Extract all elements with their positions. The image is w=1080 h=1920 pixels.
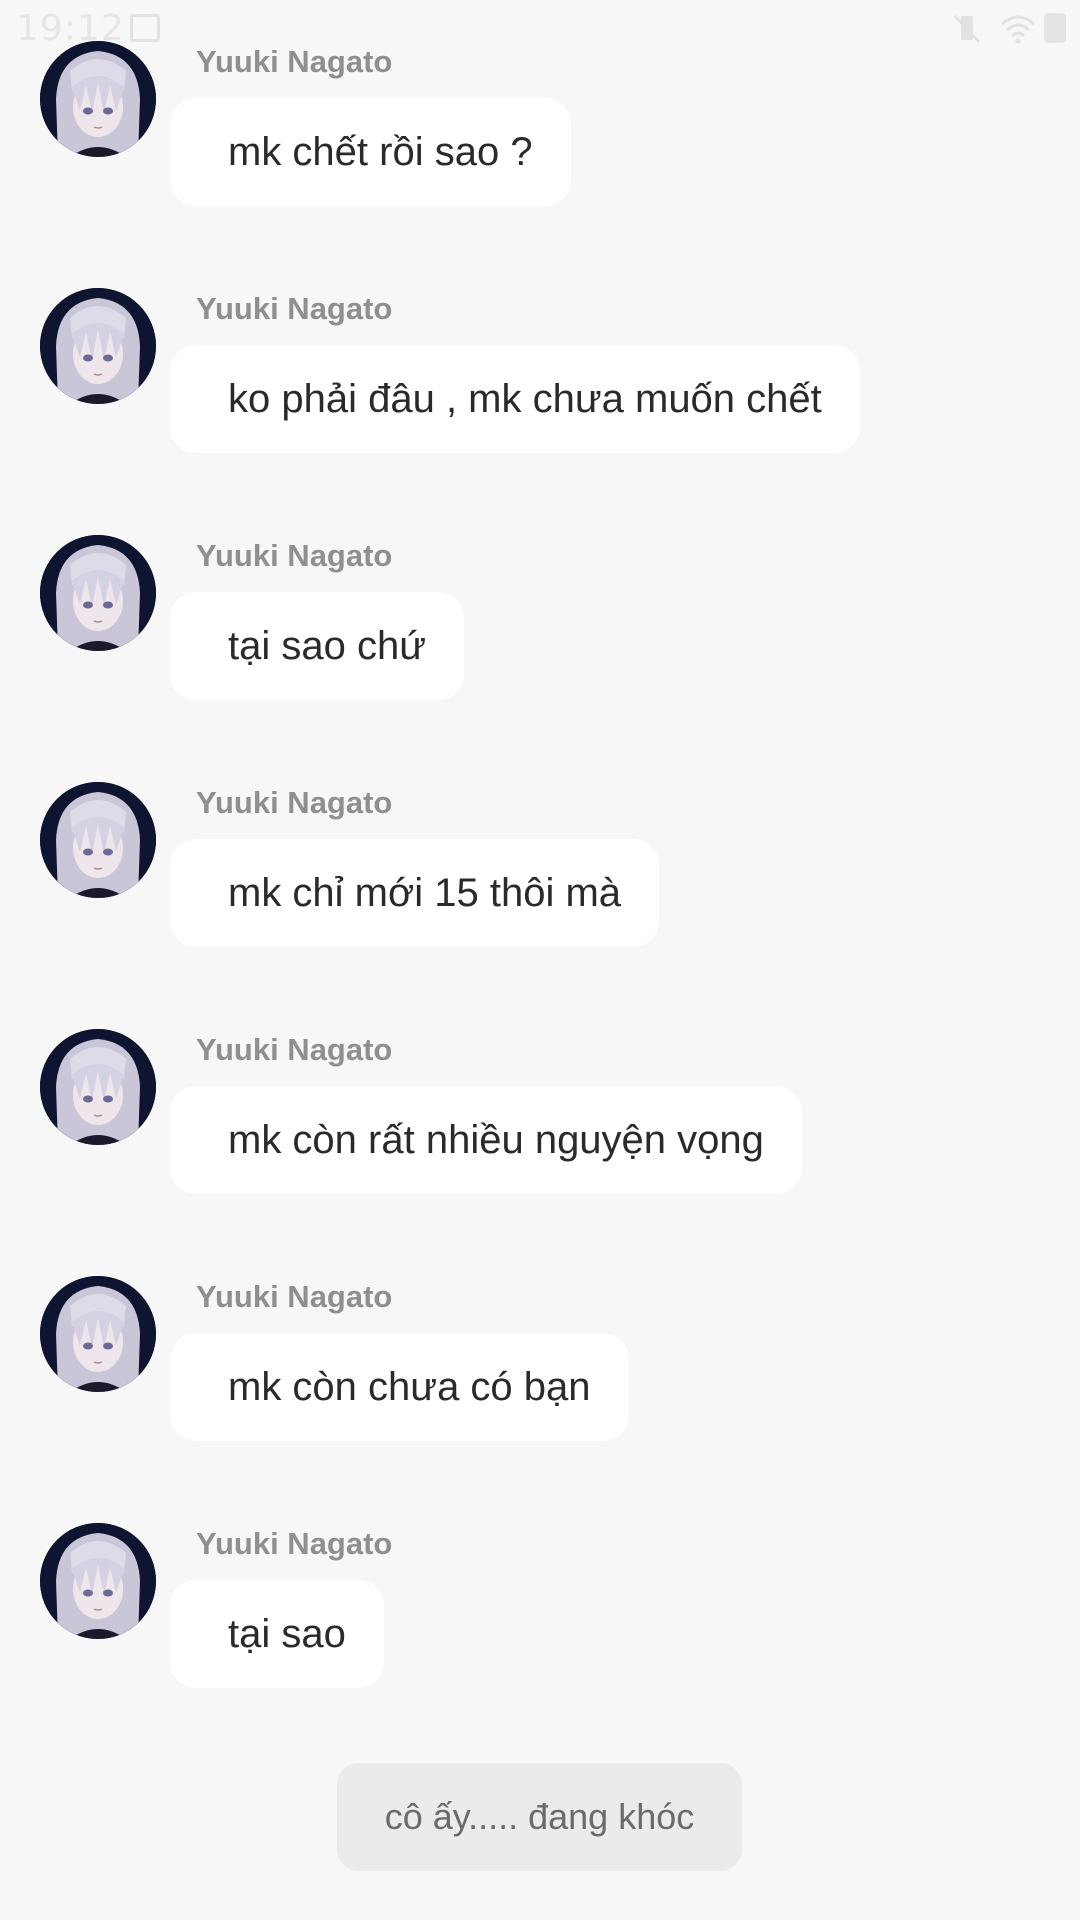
message-bubble[interactable]: mk chỉ mới 15 thôi mà xyxy=(170,839,660,947)
avatar[interactable] xyxy=(40,782,156,898)
message-bubble[interactable]: tại sao xyxy=(170,1580,384,1688)
sender-name: Yuuki Nagato xyxy=(196,1526,393,1561)
avatar[interactable] xyxy=(40,1029,156,1145)
avatar[interactable] xyxy=(40,535,156,651)
message-bubble[interactable]: tại sao chứ xyxy=(170,592,464,700)
system-note: cô ấy..... đang khóc xyxy=(337,1763,742,1871)
chat-message: Yuuki Nagato mk chỉ mới 15 thôi mà xyxy=(0,747,1080,947)
chat-message: Yuuki Nagato mk còn chưa có bạn xyxy=(0,1241,1080,1441)
avatar[interactable] xyxy=(40,288,156,404)
sender-name: Yuuki Nagato xyxy=(196,1032,393,1067)
message-bubble[interactable]: mk chết rồi sao ? xyxy=(170,98,571,206)
sender-name: Yuuki Nagato xyxy=(196,785,393,820)
avatar[interactable] xyxy=(40,41,156,157)
chat-message: Yuuki Nagato mk chết rồi sao ? xyxy=(0,6,1080,206)
avatar[interactable] xyxy=(40,1276,156,1392)
chat-message: Yuuki Nagato tại sao xyxy=(0,1488,1080,1688)
chat-message: Yuuki Nagato ko phải đâu , mk chưa muốn … xyxy=(0,253,1080,453)
sender-name: Yuuki Nagato xyxy=(196,44,393,79)
message-bubble[interactable]: mk còn rất nhiều nguyện vọng xyxy=(170,1086,802,1194)
sender-name: Yuuki Nagato xyxy=(196,538,393,573)
message-bubble[interactable]: mk còn chưa có bạn xyxy=(170,1333,629,1441)
sender-name: Yuuki Nagato xyxy=(196,291,393,326)
message-bubble[interactable]: ko phải đâu , mk chưa muốn chết xyxy=(170,345,860,453)
chat-message: Yuuki Nagato mk còn rất nhiều nguyện vọn… xyxy=(0,994,1080,1194)
sender-name: Yuuki Nagato xyxy=(196,1279,393,1314)
chat-message: Yuuki Nagato tại sao chứ xyxy=(0,500,1080,700)
avatar[interactable] xyxy=(40,1523,156,1639)
